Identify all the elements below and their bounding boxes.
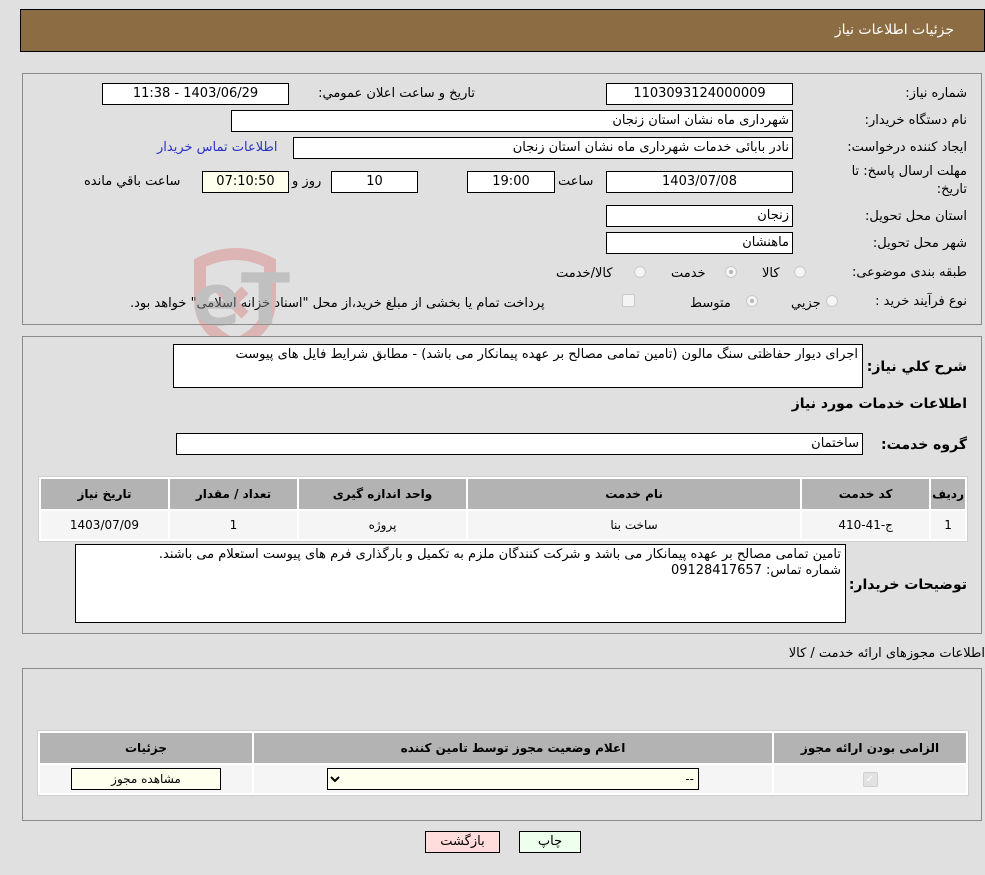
- requester-field: نادر بابائی خدمات شهرداری ماه نشان استان…: [293, 137, 793, 159]
- col-row-number: ردیف: [931, 479, 965, 509]
- buyer-notes-textarea[interactable]: تامین تمامی مصالح بر عهده پیمانکار می با…: [75, 544, 846, 623]
- permits-section-title: اطلاعات مجوزهای ارائه خدمت / کالا: [788, 646, 985, 661]
- deadline-time-field: 19:00: [467, 171, 555, 193]
- description-textarea[interactable]: اجرای دیوار حفاظتی سنگ مالون (تامین تمام…: [173, 344, 863, 388]
- category-option-goods: کالا: [762, 266, 780, 281]
- services-section-title: اطلاعات خدمات مورد نیاز: [791, 396, 967, 412]
- announce-datetime-field: 1403/06/29 - 11:38: [102, 83, 289, 105]
- deadline-label-line2: تاریخ:: [936, 182, 967, 197]
- col-service-name: نام خدمت: [468, 479, 801, 509]
- permits-table-header: الزامی بودن ارائه مجوز اعلام وضعیت مجوز …: [40, 733, 966, 763]
- col-permit-details: جزئیات: [40, 733, 252, 763]
- services-table: ردیف کد خدمت نام خدمت واحد اندازه گیری ت…: [38, 476, 968, 542]
- cell-permit-status: --: [254, 765, 772, 793]
- permit-required-checkbox: ✓: [862, 772, 878, 787]
- service-group-label: گروه خدمت:: [881, 437, 967, 453]
- col-permit-required: الزامی بودن ارائه مجوز: [774, 733, 966, 763]
- col-unit: واحد اندازه گیری: [299, 479, 466, 509]
- cell-need-date: 1403/07/09: [41, 511, 168, 539]
- back-button[interactable]: بازگشت: [425, 831, 500, 853]
- permit-status-select[interactable]: --: [327, 768, 699, 790]
- delivery-province-field: زنجان: [606, 205, 793, 227]
- table-row: ✓ -- مشاهده مجوز: [40, 765, 966, 793]
- requester-label: ایجاد کننده درخواست:: [847, 140, 967, 155]
- cell-unit: پروژه: [299, 511, 466, 539]
- purchase-type-radio-minor[interactable]: [826, 295, 838, 307]
- delivery-city-field: ماهنشان: [606, 232, 793, 254]
- treasury-note: پرداخت تمام یا بخشی از مبلغ خرید،از محل …: [130, 296, 545, 311]
- col-permit-status: اعلام وضعیت مجوز توسط تامین کننده: [254, 733, 772, 763]
- days-label: روز و: [292, 174, 322, 189]
- purchase-type-option-medium: متوسط: [690, 296, 731, 311]
- category-radio-goods-service[interactable]: [634, 266, 646, 278]
- category-radio-goods[interactable]: [794, 266, 806, 278]
- need-number-label: شماره نیاز:: [905, 86, 967, 101]
- services-table-header: ردیف کد خدمت نام خدمت واحد اندازه گیری ت…: [41, 479, 965, 509]
- col-need-date: تاریخ نیاز: [41, 479, 168, 509]
- buyer-org-label: نام دستگاه خریدار:: [864, 113, 967, 128]
- cell-row-number: 1: [931, 511, 965, 539]
- category-radio-service[interactable]: [725, 266, 737, 278]
- page-title: جزئیات اطلاعات نیاز: [834, 22, 954, 38]
- buyer-notes-label: توضیحات خریدار:: [848, 577, 967, 593]
- cell-quantity: 1: [170, 511, 297, 539]
- announce-datetime-label: تاریخ و ساعت اعلان عمومي:: [318, 86, 475, 101]
- col-service-code: کد خدمت: [802, 479, 930, 509]
- cell-service-name: ساخت بنا: [468, 511, 801, 539]
- col-quantity: تعداد / مقدار: [170, 479, 297, 509]
- cell-permit-required: ✓: [774, 765, 966, 793]
- purchase-type-label: نوع فرآیند خرید :: [875, 294, 967, 309]
- delivery-province-label: استان محل تحویل:: [865, 209, 967, 224]
- print-button[interactable]: چاپ: [519, 831, 581, 853]
- page-header: جزئیات اطلاعات نیاز: [20, 9, 985, 52]
- deadline-time-label: ساعت: [558, 174, 594, 189]
- category-option-service: خدمت: [671, 266, 706, 281]
- deadline-date-field: 1403/07/08: [606, 171, 793, 193]
- time-remaining-label: ساعت باقي مانده: [84, 174, 181, 189]
- deadline-label-line1: مهلت ارسال پاسخ: تا: [851, 164, 967, 179]
- buyer-contact-link[interactable]: اطلاعات تماس خریدار: [157, 140, 277, 155]
- view-permit-button[interactable]: مشاهده مجوز: [71, 768, 221, 790]
- category-option-goods-service: کالا/خدمت: [556, 266, 613, 281]
- cell-permit-details: مشاهده مجوز: [40, 765, 252, 793]
- purchase-type-radio-medium[interactable]: [746, 295, 758, 307]
- buyer-org-field: شهرداری ماه نشان استان زنجان: [231, 110, 793, 132]
- category-label: طبقه بندی موضوعی:: [851, 265, 967, 280]
- days-remaining-field: 10: [331, 171, 418, 193]
- delivery-city-label: شهر محل تحویل:: [872, 236, 967, 251]
- time-remaining-field: 07:10:50: [202, 171, 289, 193]
- description-label: شرح کلي نیاز:: [866, 359, 967, 375]
- purchase-type-option-minor: جزيي: [791, 296, 821, 311]
- service-group-field: ساختمان: [176, 433, 863, 455]
- table-row: 1 ج-41-410 ساخت بنا پروژه 1 1403/07/09: [41, 511, 965, 539]
- treasury-checkbox[interactable]: [622, 294, 635, 307]
- permits-table: الزامی بودن ارائه مجوز اعلام وضعیت مجوز …: [37, 730, 969, 796]
- need-number-field: 1103093124000009: [606, 83, 793, 105]
- cell-service-code: ج-41-410: [802, 511, 930, 539]
